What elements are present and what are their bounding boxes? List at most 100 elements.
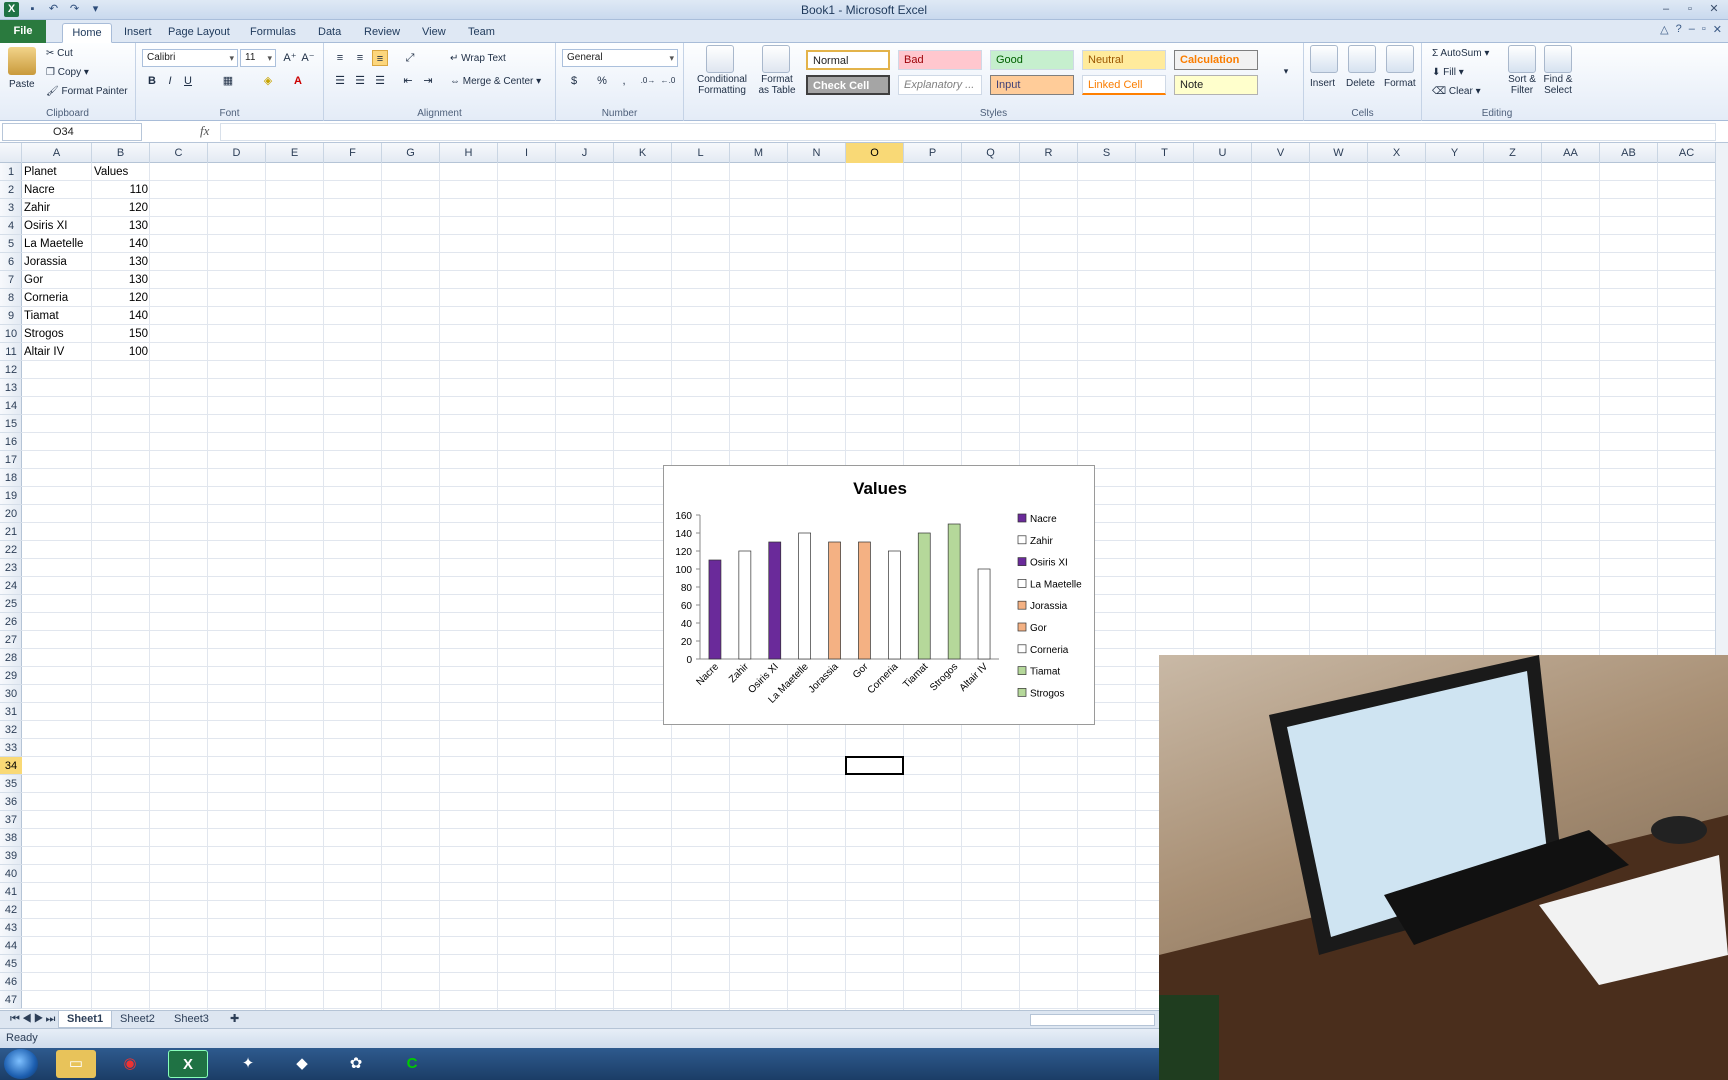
format-painter-button[interactable]: 🖌 Format Painter <box>46 86 128 97</box>
row-header[interactable]: 21 <box>0 523 22 541</box>
grow-font-icon[interactable]: A⁺ <box>282 50 298 66</box>
row-header[interactable]: 36 <box>0 793 22 811</box>
style-calculation[interactable]: Calculation <box>1174 50 1258 70</box>
fill-color-icon[interactable]: ◈ <box>260 73 276 89</box>
column-header[interactable]: AA <box>1542 143 1600 163</box>
tab-insert[interactable]: Insert <box>118 23 158 43</box>
borders-icon[interactable]: ▦ <box>220 73 236 89</box>
increase-indent-icon[interactable]: ⇥ <box>420 73 436 89</box>
sheet-tab-3[interactable]: Sheet3 <box>166 1011 217 1028</box>
number-format-select[interactable]: General <box>562 49 678 67</box>
decrease-decimal-icon[interactable]: ←.0 <box>660 73 676 89</box>
tab-home[interactable]: Home <box>62 23 112 43</box>
row-header[interactable]: 5 <box>0 235 22 253</box>
row-header[interactable]: 2 <box>0 181 22 199</box>
cell[interactable]: 130 <box>94 253 148 271</box>
app-icon-1[interactable]: ✦ <box>228 1050 268 1078</box>
format-as-table-button[interactable]: Format as Table <box>754 74 800 96</box>
cell[interactable]: Nacre <box>24 181 90 199</box>
row-header[interactable]: 35 <box>0 775 22 793</box>
font-color-icon[interactable]: A <box>290 73 306 89</box>
binoculars-icon[interactable] <box>1544 45 1572 73</box>
row-header[interactable]: 12 <box>0 361 22 379</box>
column-header[interactable]: M <box>730 143 788 163</box>
style-check-cell[interactable]: Check Cell <box>806 75 890 95</box>
cell[interactable]: 120 <box>94 199 148 217</box>
tab-team[interactable]: Team <box>462 23 501 43</box>
style-linked-cell[interactable]: Linked Cell <box>1082 75 1166 95</box>
row-header[interactable]: 30 <box>0 685 22 703</box>
doc-restore-icon[interactable]: ▫ <box>1702 23 1706 36</box>
row-header[interactable]: 24 <box>0 577 22 595</box>
cell[interactable]: 110 <box>94 181 148 199</box>
style-note[interactable]: Note <box>1174 75 1258 95</box>
column-header[interactable]: Q <box>962 143 1020 163</box>
row-header[interactable]: 13 <box>0 379 22 397</box>
cell[interactable]: Gor <box>24 271 90 289</box>
cell[interactable]: Tiamat <box>24 307 90 325</box>
row-header[interactable]: 47 <box>0 991 22 1009</box>
chrome-icon[interactable]: ◉ <box>110 1050 150 1078</box>
row-header[interactable]: 42 <box>0 901 22 919</box>
app-icon-3[interactable]: ✿ <box>336 1050 376 1078</box>
conditional-formatting-button[interactable]: Conditional Formatting <box>692 74 752 96</box>
column-header[interactable]: W <box>1310 143 1368 163</box>
row-header[interactable]: 23 <box>0 559 22 577</box>
column-header[interactable]: Y <box>1426 143 1484 163</box>
row-header[interactable]: 16 <box>0 433 22 451</box>
tab-data[interactable]: Data <box>312 23 347 43</box>
align-left-icon[interactable]: ☰ <box>332 73 348 89</box>
increase-decimal-icon[interactable]: .0→ <box>640 73 656 89</box>
sheet-tab-2[interactable]: Sheet2 <box>112 1011 163 1028</box>
bold-button[interactable]: B <box>144 73 160 89</box>
row-header[interactable]: 19 <box>0 487 22 505</box>
column-header[interactable]: V <box>1252 143 1310 163</box>
vertical-scrollbar[interactable] <box>1715 143 1728 655</box>
column-header[interactable]: E <box>266 143 324 163</box>
column-header[interactable]: C <box>150 143 208 163</box>
insert-cells-icon[interactable] <box>1310 45 1338 73</box>
percent-button[interactable]: % <box>594 73 610 89</box>
row-header[interactable]: 40 <box>0 865 22 883</box>
row-header[interactable]: 18 <box>0 469 22 487</box>
font-size-select[interactable]: 11 <box>240 49 276 67</box>
clear-button[interactable]: ⌫ Clear ▾ <box>1432 86 1481 97</box>
copy-button[interactable]: ❐ Copy ▾ <box>46 67 89 78</box>
row-header[interactable]: 20 <box>0 505 22 523</box>
doc-minimize-icon[interactable]: – <box>1689 23 1695 36</box>
format-cells-button[interactable]: Format <box>1384 78 1416 89</box>
cell[interactable]: Jorassia <box>24 253 90 271</box>
cell[interactable]: 140 <box>94 235 148 253</box>
column-header[interactable]: AB <box>1600 143 1658 163</box>
formula-input[interactable] <box>220 123 1716 141</box>
column-header[interactable]: P <box>904 143 962 163</box>
minimize-icon[interactable]: – <box>1656 1 1676 17</box>
excel-icon[interactable]: X <box>168 1050 208 1078</box>
help-icon[interactable]: ? <box>1676 23 1682 36</box>
paste-button[interactable]: Paste <box>9 79 35 90</box>
align-top-icon[interactable]: ≡ <box>332 50 348 66</box>
style-input[interactable]: Input <box>990 75 1074 95</box>
minimize-ribbon-icon[interactable]: △ <box>1660 23 1668 36</box>
select-all-corner[interactable] <box>0 143 22 163</box>
column-header[interactable]: R <box>1020 143 1078 163</box>
underline-button[interactable]: U <box>180 73 196 89</box>
row-header[interactable]: 46 <box>0 973 22 991</box>
sheet-nav-arrows[interactable]: ⏮◀▶⏭ <box>2 1011 65 1028</box>
column-header[interactable]: H <box>440 143 498 163</box>
row-header[interactable]: 41 <box>0 883 22 901</box>
column-header[interactable]: D <box>208 143 266 163</box>
camtasia-icon[interactable]: C <box>392 1050 432 1078</box>
row-header[interactable]: 1 <box>0 163 22 181</box>
delete-cells-icon[interactable] <box>1348 45 1376 73</box>
delete-cells-button[interactable]: Delete <box>1346 78 1375 89</box>
row-header[interactable]: 44 <box>0 937 22 955</box>
column-header[interactable]: B <box>92 143 150 163</box>
name-box[interactable]: O34 <box>2 123 142 141</box>
row-header[interactable]: 17 <box>0 451 22 469</box>
cell[interactable]: Zahir <box>24 199 90 217</box>
row-header[interactable]: 33 <box>0 739 22 757</box>
column-header[interactable]: AC <box>1658 143 1716 163</box>
row-header[interactable]: 8 <box>0 289 22 307</box>
tab-review[interactable]: Review <box>358 23 406 43</box>
